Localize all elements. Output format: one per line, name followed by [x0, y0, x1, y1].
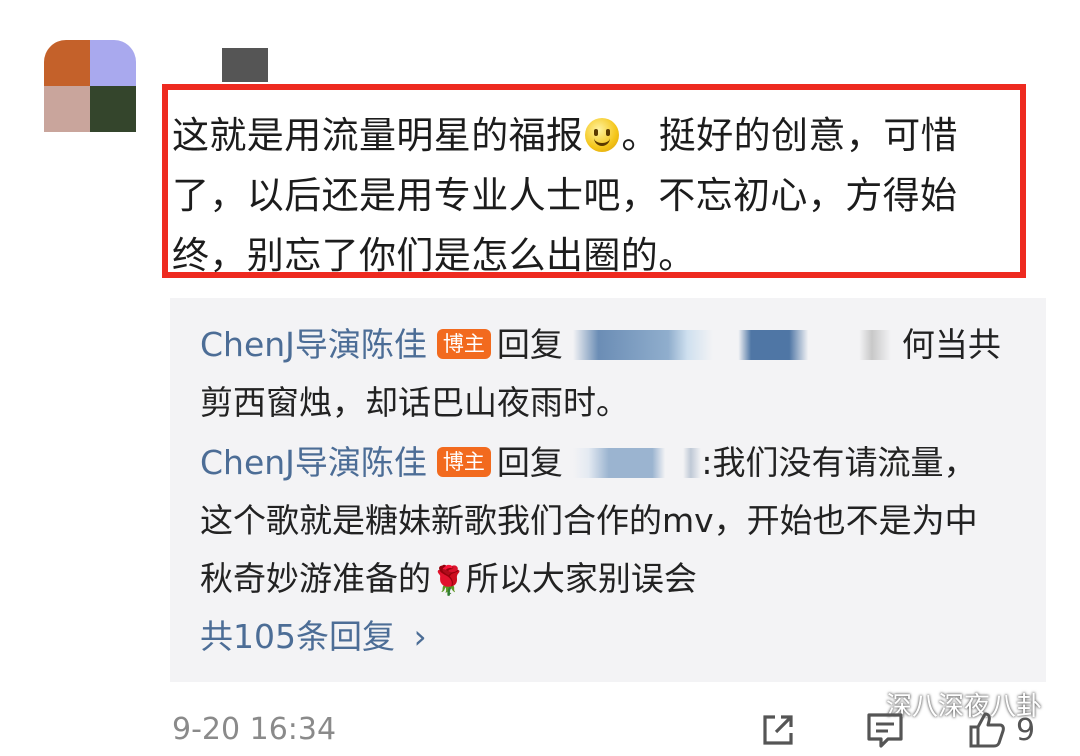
reply-text-inline: :我们没有请流量， [701, 443, 977, 482]
comment-text: 这就是用流量明星的福报 。挺好的创意，可惜了，以后还是用专业人士吧，不忘初心，方得… [172, 106, 1018, 286]
rose-emoji-icon: 🌹 [431, 564, 466, 597]
reply-thread: ChenJ导演陈佳 博主 回复 何当共 剪西窗烛，却话巴山夜雨时。 ChenJ导演陈… [170, 298, 1046, 682]
reply-text: 这个歌就是糖妹新歌我们合作的mv，开始也不是为中 [200, 501, 978, 540]
comment-timestamp: 9-20 16:34 [172, 712, 337, 747]
reply-text-inline: 何当共 [901, 325, 1001, 364]
reply-item: ChenJ导演陈佳 博主 回复 何当共 剪西窗烛，却话巴山夜雨时。 [200, 316, 1030, 432]
more-replies-label: 共105条回复 [200, 617, 395, 656]
reply-text: 所以大家别误会 [465, 559, 697, 598]
user-avatar[interactable] [44, 40, 136, 132]
comment-icon [867, 713, 903, 748]
reply-author[interactable]: ChenJ导演陈佳 [200, 325, 427, 364]
reply-item: ChenJ导演陈佳 博主 回复 :我们没有请流量， 这个歌就是糖妹新歌我们合作的mv… [200, 434, 1030, 610]
reply-text: 剪西窗烛，却话巴山夜雨时。 [200, 383, 629, 422]
chevron-right-icon: › [413, 617, 427, 656]
share-button[interactable] [758, 708, 798, 752]
reply-author[interactable]: ChenJ导演陈佳 [200, 443, 427, 482]
reply-text: 秋奇妙游准备的 [200, 559, 431, 598]
like-icon [969, 712, 1005, 748]
author-badge: 博主 [436, 329, 491, 359]
comment-button[interactable] [864, 708, 906, 752]
more-replies-link[interactable]: 共105条回复 › [200, 608, 427, 666]
redacted-username[interactable] [222, 48, 268, 82]
like-button[interactable]: 9 [966, 708, 1035, 752]
reply-word: 回复 [496, 443, 563, 482]
smiley-emoji-icon [585, 118, 620, 152]
comment-text-part1: 这就是用流量明星的福报 [172, 114, 584, 157]
redacted-username [573, 330, 892, 360]
like-count: 9 [1016, 712, 1036, 748]
author-badge: 博主 [436, 447, 491, 477]
redacted-username [573, 448, 702, 478]
share-icon [763, 715, 793, 745]
reply-word: 回复 [496, 325, 563, 364]
